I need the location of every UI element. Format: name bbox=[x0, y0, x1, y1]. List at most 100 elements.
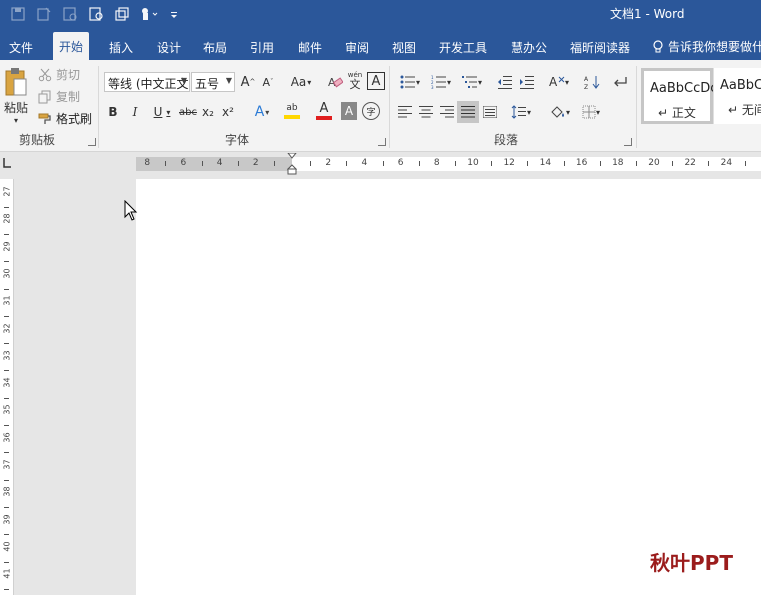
justify-button[interactable] bbox=[457, 101, 479, 123]
numbering-button[interactable]: 1 2 3 ▾ bbox=[426, 72, 456, 92]
tab-selector-icon[interactable] bbox=[2, 157, 12, 169]
grow-font-label: A bbox=[240, 74, 250, 90]
sort-button[interactable]: AZ bbox=[582, 72, 602, 92]
save-as-icon[interactable] bbox=[34, 4, 54, 24]
shrink-font-button[interactable]: Aˇ bbox=[260, 72, 276, 92]
tab-insert[interactable]: 插入 bbox=[103, 34, 139, 60]
change-case-button[interactable]: Aa ▾ bbox=[287, 72, 315, 92]
print-preview-icon[interactable] bbox=[86, 4, 106, 24]
indent-marker-icon[interactable] bbox=[287, 153, 297, 177]
paste-dropdown-icon[interactable]: ▾ bbox=[14, 116, 18, 125]
chinese-layout-button[interactable]: A ▾ bbox=[545, 72, 573, 92]
vertical-ruler-number: 35 bbox=[2, 404, 12, 415]
align-center-button[interactable] bbox=[416, 102, 436, 122]
align-left-button[interactable] bbox=[395, 102, 415, 122]
font-launcher-icon[interactable] bbox=[378, 138, 386, 146]
highlight-button[interactable]: ab bbox=[278, 100, 306, 122]
align-right-button[interactable] bbox=[437, 102, 457, 122]
tab-view[interactable]: 视图 bbox=[386, 34, 422, 60]
show-marks-button[interactable] bbox=[610, 72, 630, 92]
distributed-button[interactable] bbox=[480, 102, 500, 122]
character-shading-button[interactable]: A bbox=[341, 102, 357, 120]
clipboard-group-label: 剪贴板 bbox=[19, 133, 56, 147]
clipboard-launcher-icon[interactable] bbox=[88, 138, 96, 146]
underline-label: U bbox=[153, 105, 163, 119]
style-normal[interactable]: AaBbCcDc ↵ 正文 bbox=[641, 68, 717, 124]
copy-label: 复制 bbox=[56, 90, 81, 104]
tab-file[interactable]: 文件 bbox=[3, 34, 39, 60]
underline-button[interactable]: U ▾ bbox=[148, 102, 176, 122]
bullets-button[interactable]: ▾ bbox=[395, 72, 425, 92]
multilevel-list-button[interactable]: ▾ bbox=[457, 72, 487, 92]
ruler-tick bbox=[563, 161, 565, 166]
tab-mailings[interactable]: 邮件 bbox=[292, 34, 328, 60]
italic-label: I bbox=[132, 105, 138, 119]
touch-mode-icon[interactable] bbox=[138, 4, 158, 24]
copy-format-icon[interactable] bbox=[112, 4, 132, 24]
tab-layout[interactable]: 布局 bbox=[197, 34, 233, 60]
paragraph-launcher-icon[interactable] bbox=[624, 138, 632, 146]
vertical-ruler-number: 32 bbox=[2, 322, 12, 334]
paragraph-mark-icon bbox=[614, 77, 627, 87]
cut-button[interactable]: 剪切 bbox=[38, 66, 80, 83]
customize-qat-icon[interactable] bbox=[164, 4, 184, 24]
grow-font-button[interactable]: A ^ bbox=[240, 72, 256, 92]
tab-home[interactable]: 开始 bbox=[53, 32, 90, 60]
italic-button[interactable]: I bbox=[126, 102, 144, 122]
format-painter-button[interactable]: 格式刷 bbox=[38, 110, 92, 127]
text-effects-button[interactable]: A ▾ bbox=[250, 102, 274, 122]
font-name-dropdown[interactable]: 等线 (中文正文 ▼ bbox=[104, 72, 190, 92]
tab-references[interactable]: 引用 bbox=[244, 34, 280, 60]
ruler-tick bbox=[708, 161, 710, 166]
bold-button[interactable]: B bbox=[104, 102, 122, 122]
vertical-ruler-number: 38 bbox=[2, 486, 12, 497]
shading-button[interactable]: ▾ bbox=[545, 102, 575, 122]
indent-icon bbox=[520, 76, 534, 89]
paste-button[interactable]: 粘贴 ▾ bbox=[0, 66, 32, 126]
tab-huibangong[interactable]: 慧办公 bbox=[505, 34, 553, 60]
decrease-indent-button[interactable] bbox=[495, 72, 515, 92]
open-icon[interactable] bbox=[60, 4, 80, 24]
font-color-button[interactable]: A bbox=[310, 100, 338, 122]
vertical-ruler-tick bbox=[4, 288, 9, 290]
vertical-ruler-tick bbox=[4, 506, 9, 508]
align-right-icon bbox=[440, 106, 454, 118]
character-border-button[interactable]: A bbox=[367, 72, 385, 90]
tab-review[interactable]: 审阅 bbox=[339, 34, 375, 60]
chevron-down-icon: ▼ bbox=[180, 76, 187, 85]
document-page[interactable] bbox=[136, 179, 761, 595]
tell-me-text: 告诉我你想要做什 bbox=[668, 40, 761, 54]
strikethrough-button[interactable]: abc bbox=[178, 102, 198, 122]
font-size-dropdown[interactable]: 五号 ▼ bbox=[191, 72, 235, 92]
svg-text:3: 3 bbox=[431, 85, 434, 89]
character-shading-label: A bbox=[344, 104, 354, 118]
vertical-ruler-tick bbox=[4, 206, 9, 208]
font-color-label: A bbox=[319, 101, 329, 116]
tab-design[interactable]: 设计 bbox=[151, 34, 187, 60]
save-icon[interactable] bbox=[8, 4, 28, 24]
phonetic-guide-button[interactable]: wén 文 bbox=[346, 69, 364, 93]
tab-foxit-reader[interactable]: 福昕阅读器 bbox=[564, 34, 636, 60]
group-separator bbox=[389, 66, 390, 148]
subscript-button[interactable]: x₂ bbox=[200, 102, 216, 122]
tell-me-box[interactable]: 告诉我你想要做什 bbox=[652, 38, 761, 55]
superscript-button[interactable]: x² bbox=[220, 102, 236, 122]
increase-indent-button[interactable] bbox=[517, 72, 537, 92]
ruler-left-margin bbox=[136, 157, 292, 171]
line-spacing-button[interactable]: ▾ bbox=[506, 102, 536, 122]
clear-formatting-button[interactable]: A bbox=[326, 72, 344, 92]
vertical-ruler[interactable]: 27 28 29 30 31 32 33 34 35 36 37 38 39 40 41 bbox=[0, 179, 14, 595]
borders-button[interactable]: ▾ bbox=[576, 102, 606, 122]
vertical-ruler-number: 31 bbox=[2, 295, 12, 306]
tab-developer[interactable]: 开发工具 bbox=[433, 34, 493, 60]
horizontal-ruler[interactable]: 8 6 4 2 2 4 6 8 10 12 14 16 18 20 22 24 bbox=[136, 153, 761, 175]
ruler-tick bbox=[491, 161, 493, 166]
ruler-number: 12 bbox=[503, 158, 515, 168]
ruler-number: 10 bbox=[467, 158, 479, 168]
copy-button[interactable]: 复制 bbox=[38, 88, 80, 105]
ruler-number: 14 bbox=[539, 158, 552, 168]
vertical-ruler-number: 39 bbox=[2, 514, 12, 525]
style-no-spacing[interactable]: AaBbCc ↵ 无间 bbox=[713, 68, 761, 124]
font-group-label: 字体 bbox=[225, 133, 250, 147]
enclose-characters-button[interactable]: 字 bbox=[362, 102, 380, 120]
